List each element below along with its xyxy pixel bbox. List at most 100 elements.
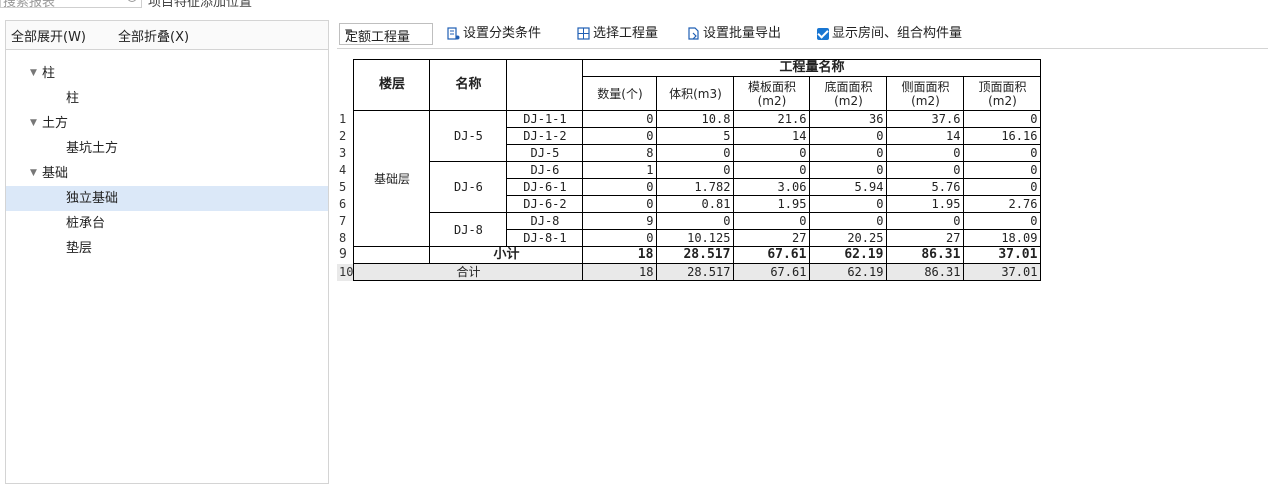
cell-value: 0	[886, 212, 965, 230]
checkbox-checked-icon[interactable]	[817, 27, 829, 40]
quantity-type-select[interactable]: 定额工程量 ▼	[339, 23, 433, 45]
show-rooms-label: 显示房间、组合构件量	[832, 26, 963, 41]
cell-group-name: DJ-8	[429, 212, 508, 247]
cell-value: 0	[733, 161, 811, 179]
expand-all-button[interactable]: 全部展开(W)	[11, 26, 86, 45]
table-row[interactable]: 7 DJ-8 DJ-8 9 0 0 0 0 0	[337, 212, 1042, 247]
report-tree: ▼ 柱 柱 ▼ 土方 基坑土方 ▼ 基础 独立基础 桩承台 垫层	[6, 61, 328, 261]
subtotal-label: 小计	[429, 246, 584, 264]
cell-value: 10.8	[656, 110, 735, 128]
table-body: 1 基础层 DJ-5 DJ-1-1 0 10.8 21.6 36 37.6 0 2 DJ-1-2 0 5 1…	[337, 110, 1042, 281]
row-number: 8	[337, 229, 355, 247]
header-floor: 楼层	[353, 59, 431, 111]
report-tree-panel: 全部展开(W) 全部折叠(X) ▼ 柱 柱 ▼ 土方 基坑土方 ▼ 基础 独立基…	[5, 20, 329, 484]
row-number: 4	[337, 161, 355, 179]
cell-value: 0	[809, 212, 888, 230]
row-number: 3	[337, 144, 355, 162]
cell-value: 0	[733, 212, 811, 230]
header-formwork: 模板面积(m2)	[733, 76, 811, 111]
tree-node-foundation[interactable]: ▼ 基础	[6, 161, 328, 186]
row-number: 5	[337, 178, 355, 196]
cell-value: 27	[733, 229, 811, 247]
show-rooms-checkbox[interactable]: 显示房间、组合构件量	[817, 24, 962, 44]
row-number: 6	[337, 195, 355, 213]
cell-value: 0	[963, 161, 1042, 179]
cell-value: 0	[733, 144, 811, 162]
cell-item-name: DJ-1-1	[506, 110, 584, 128]
header-name: 名称	[429, 59, 508, 111]
tree-node-label: 桩承台	[66, 216, 106, 231]
cell-value: 14	[733, 127, 811, 145]
tree-leaf-isolated-footing[interactable]: 独立基础	[6, 186, 328, 211]
caret-down-icon[interactable]: ▼	[30, 111, 37, 136]
select-quantity-button[interactable]: 选择工程量	[577, 24, 658, 44]
tree-toolbar: 全部展开(W) 全部折叠(X)	[6, 21, 328, 50]
subtotal-value: 86.31	[886, 246, 965, 264]
table-row[interactable]: 4 DJ-6 DJ-6 1 0 0 0 0 0	[337, 161, 1042, 213]
cell-value: 0	[886, 161, 965, 179]
batch-export-button[interactable]: 设置批量导出	[687, 24, 781, 44]
tree-leaf-cushion[interactable]: 垫层	[6, 236, 328, 261]
cell-value: 0	[963, 144, 1042, 162]
cell-item-name: DJ-6	[506, 161, 584, 179]
cell-group-name: DJ-6	[429, 161, 508, 213]
feature-position-label: 项目特征添加位置	[148, 0, 253, 8]
cell-value: 16.16	[963, 127, 1042, 145]
header-blank	[506, 59, 584, 111]
tree-node-label: 柱	[42, 66, 56, 81]
cell-value: 0	[582, 229, 658, 247]
cell-value: 2.76	[963, 195, 1042, 213]
cell-value: 1.95	[886, 195, 965, 213]
tree-leaf-column[interactable]: 柱	[6, 86, 328, 111]
tree-node-earthwork[interactable]: ▼ 土方	[6, 111, 328, 136]
cell-value: 0	[656, 161, 735, 179]
cell-value: 5.94	[809, 178, 888, 196]
search-icon[interactable]	[127, 0, 137, 2]
cell-item-name: DJ-6-2	[506, 195, 584, 213]
tree-node-column[interactable]: ▼ 柱	[6, 61, 328, 86]
cell-value: 0	[963, 212, 1042, 230]
row-number: 7	[337, 212, 355, 230]
cell-value: 9	[582, 212, 658, 230]
cell-value: 0	[809, 195, 888, 213]
total-label: 合计	[353, 263, 584, 281]
cell-value: 0	[656, 144, 735, 162]
tree-node-label: 垫层	[66, 241, 93, 256]
cell-item-name: DJ-1-2	[506, 127, 584, 145]
select-quantity-label: 选择工程量	[593, 26, 659, 41]
header-top-area: 顶面面积(m2)	[963, 76, 1042, 111]
cell-value: 0	[963, 178, 1042, 196]
tree-leaf-pit-earthwork[interactable]: 基坑土方	[6, 136, 328, 161]
report-search-input[interactable]: 搜索报表	[0, 0, 142, 8]
cell-value: 1.95	[733, 195, 811, 213]
subtotal-row[interactable]: 9 小计 18 28.517 67.61 62.19 86.31 37.01	[337, 246, 1042, 264]
total-value: 28.517	[656, 263, 735, 281]
subtotal-value: 62.19	[809, 246, 888, 264]
row-number: 1	[337, 110, 355, 128]
total-value: 67.61	[733, 263, 811, 281]
cell-value: 0	[582, 195, 658, 213]
tree-leaf-pile-cap[interactable]: 桩承台	[6, 211, 328, 236]
caret-down-icon[interactable]: ▼	[30, 61, 37, 86]
collapse-all-button[interactable]: 全部折叠(X)	[118, 26, 189, 45]
row-number: 2	[337, 127, 355, 145]
set-category-button[interactable]: 设置分类条件	[447, 24, 541, 44]
total-row[interactable]: 10 合计 18 28.517 67.61 62.19 86.31 37.01	[337, 263, 1042, 281]
cell-value: 5	[656, 127, 735, 145]
cell-item-name: DJ-8-1	[506, 229, 584, 247]
subtotal-value: 67.61	[733, 246, 811, 264]
cell-value: 37.6	[886, 110, 965, 128]
table-header-row: 楼层 名称 工程量名称	[337, 59, 1042, 111]
cell-value: 20.25	[809, 229, 888, 247]
total-value: 62.19	[809, 263, 888, 281]
total-value: 86.31	[886, 263, 965, 281]
cell-value: 1	[582, 161, 658, 179]
search-placeholder: 搜索报表	[3, 0, 56, 8]
caret-down-icon[interactable]: ▼	[30, 161, 37, 186]
header-side-area: 侧面面积(m2)	[886, 76, 965, 111]
table-row[interactable]: 1 基础层 DJ-5 DJ-1-1 0 10.8 21.6 36 37.6 0	[337, 110, 1042, 247]
tree-node-label: 土方	[42, 116, 69, 131]
cell-value: 0	[809, 127, 888, 145]
cell-floor: 基础层	[353, 110, 431, 247]
cell-value: 18.09	[963, 229, 1042, 247]
